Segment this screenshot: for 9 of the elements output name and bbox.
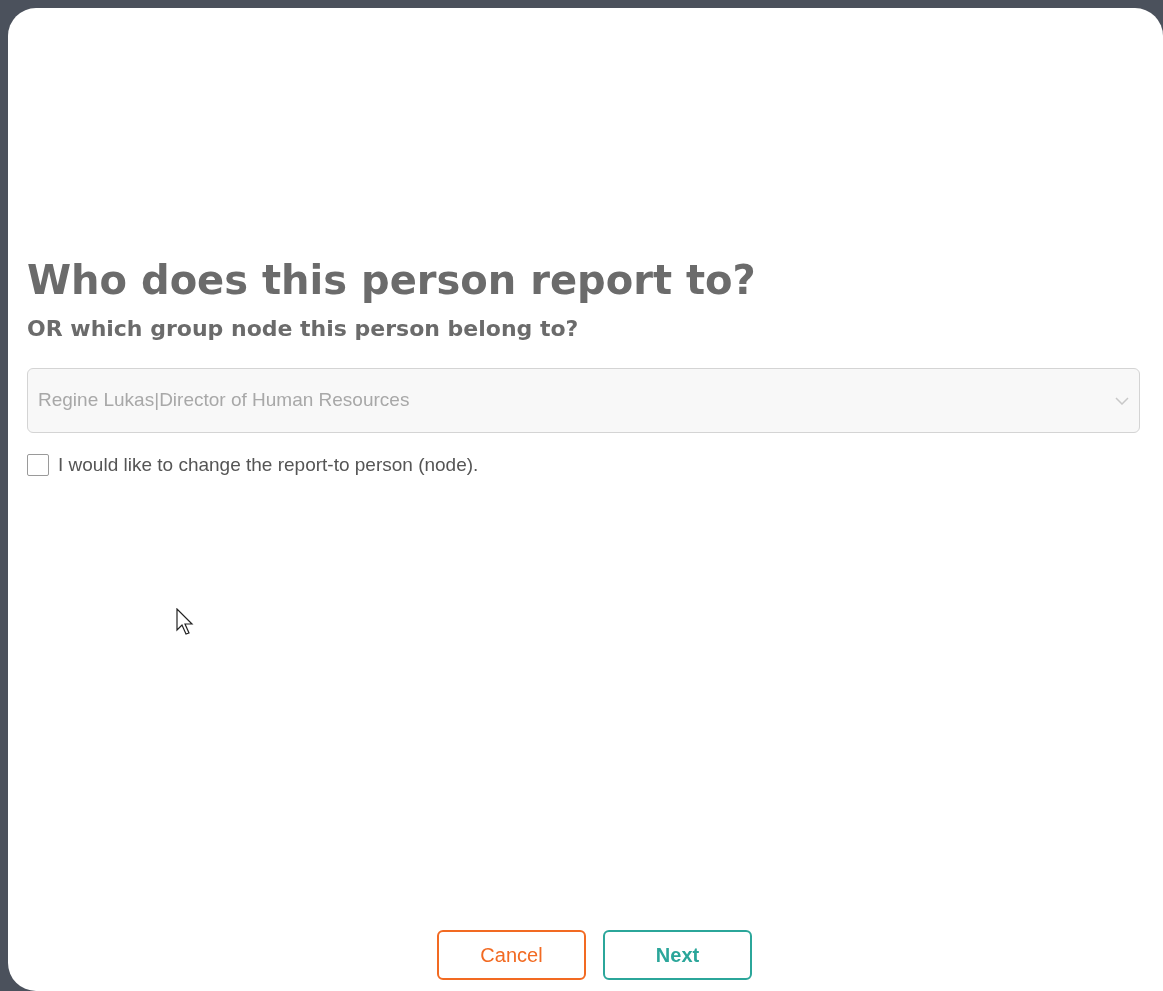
dropdown-value: Regine Lukas|Director of Human Resources [38,388,410,413]
checkbox[interactable] [27,454,49,477]
mouse-pointer-icon [176,608,194,635]
cancel-button[interactable]: Cancel [437,930,586,980]
dialog-title: Who does this person report to? [27,256,756,304]
chevron-down-icon [1115,396,1129,405]
checkbox-label: I would like to change the report-to person (node). [58,453,479,477]
next-button[interactable]: Next [603,930,752,980]
dialog-subtitle: OR which group node this person belong to? [27,315,579,343]
